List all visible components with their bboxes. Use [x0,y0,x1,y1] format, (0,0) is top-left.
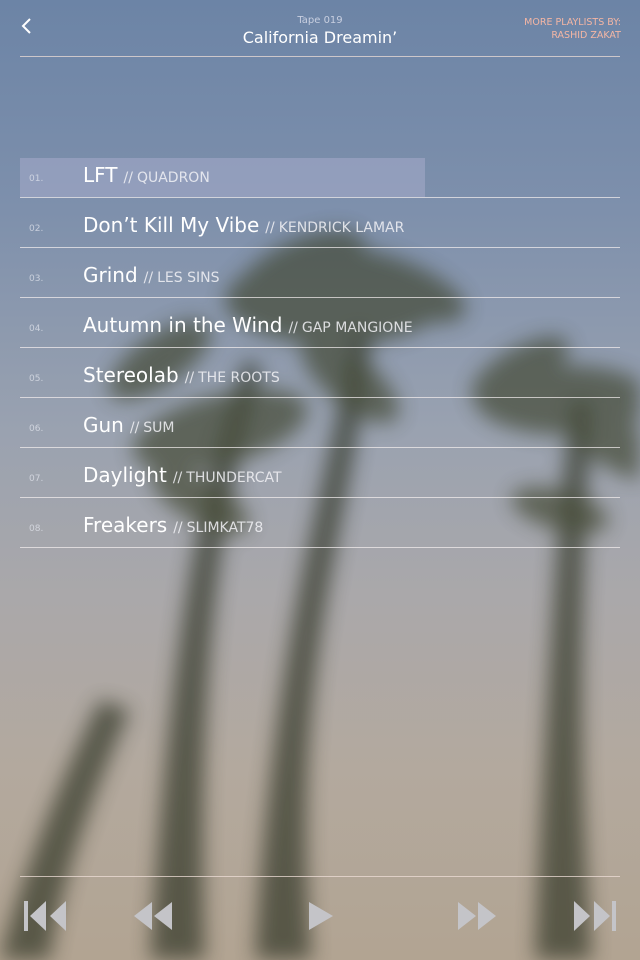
track-separator: // [129,420,140,436]
track-number: 08. [29,524,44,534]
track-artist: KENDRICK LAMAR [278,220,405,236]
track-separator: // [265,220,275,236]
track-row[interactable]: 08. Freakers //SLIMKAT78 [20,498,620,548]
skip-back-icon [24,901,66,931]
header-bar: Tape 019 California Dreamin’ MORE PLAYLI… [0,0,640,58]
track-label: Freakers //SLIMKAT78 [83,513,263,537]
chevron-left-icon [21,18,31,34]
play-button[interactable] [300,896,340,936]
tape-label: Tape 019 [297,15,343,26]
title-block: Tape 019 California Dreamin’ [170,14,470,48]
track-number: 01. [29,174,44,184]
rewind-button[interactable] [128,896,176,936]
track-artist: LES SINS [157,270,220,286]
fast-forward-button[interactable] [454,896,502,936]
track-title: Daylight [83,463,167,487]
next-track-button[interactable] [570,896,620,936]
track-artist: QUADRON [136,170,210,186]
track-label: Stereolab //THE ROOTS [83,363,280,387]
rewind-icon [134,902,172,930]
track-separator: // [288,320,298,336]
track-separator: // [173,520,183,536]
track-label: Gun //SUM [83,413,175,437]
track-title: Grind [83,263,138,287]
track-artist: THE ROOTS [198,370,280,386]
track-number: 03. [29,274,44,284]
track-row[interactable]: 04. Autumn in the Wind //GAP MANGIONE [20,298,620,348]
track-title: Autumn in the Wind [83,313,283,337]
header-divider [20,56,620,57]
track-list: 01. LFT//QUADRON 02. Don’t Kill My Vibe /… [20,148,620,548]
track-label: Grind //LES SINS [83,263,219,287]
track-number: 07. [29,474,44,484]
track-artist: GAP MANGIONE [301,320,413,336]
curator-name: RASHID ZAKAT [551,30,621,41]
track-number: 02. [29,224,44,234]
track-label: Autumn in the Wind //GAP MANGIONE [83,313,413,337]
track-row[interactable]: 03. Grind //LES SINS [20,248,620,298]
track-title: Don’t Kill My Vibe [83,213,260,237]
track-number: 04. [29,324,44,334]
track-row[interactable]: 06. Gun //SUM [20,398,620,448]
track-title: Stereolab [83,363,179,387]
track-label: Daylight //THUNDERCAT [83,463,282,487]
track-artist: SUM [143,420,175,436]
more-playlists-label: MORE PLAYLISTS BY: [524,17,621,28]
track-title: Freakers [83,513,168,537]
play-icon [309,902,333,930]
track-row[interactable]: 07. Daylight //THUNDERCAT [20,448,620,498]
track-separator: // [172,470,183,486]
playlist-screen: Tape 019 California Dreamin’ MORE PLAYLI… [0,0,640,960]
previous-track-button[interactable] [20,896,70,936]
track-row[interactable]: 01. LFT //QUADRON [20,148,620,198]
track-separator: // [123,170,133,186]
track-separator: // [143,270,154,286]
track-row[interactable]: 02. Don’t Kill My Vibe //KENDRICK LAMAR [20,198,620,248]
track-number: 06. [29,424,44,434]
playback-controls [0,876,640,960]
track-label: Don’t Kill My Vibe //KENDRICK LAMAR [83,213,404,237]
track-artist: THUNDERCAT [186,470,282,486]
playlist-title: California Dreamin’ [242,28,398,47]
track-number: 05. [29,374,44,384]
track-title: Gun [83,413,124,437]
fast-forward-icon [458,902,496,930]
track-separator: // [184,370,195,386]
track-label: LFT //QUADRON [83,163,210,187]
track-row[interactable]: 05. Stereolab //THE ROOTS [20,348,620,398]
back-button[interactable] [12,12,40,40]
more-playlists-link[interactable]: MORE PLAYLISTS BY: RASHID ZAKAT [524,16,621,42]
track-artist: SLIMKAT78 [186,520,264,536]
active-track-highlight [20,158,425,197]
track-title: LFT [83,163,118,187]
skip-forward-icon [574,901,616,931]
